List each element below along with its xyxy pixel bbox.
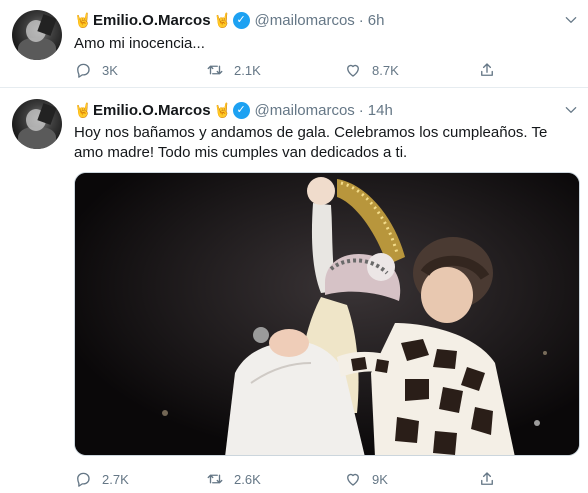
- tweet-header: 🤘 Emilio.O.Marcos 🤘 ✓ @mailomarcos · 6h: [74, 10, 384, 30]
- separator: ·: [358, 11, 364, 29]
- timestamp[interactable]: 14h: [368, 102, 393, 119]
- verified-badge-icon: ✓: [232, 11, 250, 29]
- rock-hand-emoji-icon: 🤘: [213, 12, 231, 28]
- reply-button[interactable]: 2.7K: [74, 470, 129, 488]
- separator: ·: [358, 101, 364, 119]
- timestamp[interactable]: 6h: [368, 12, 385, 29]
- reply-count: 2.7K: [102, 471, 129, 487]
- share-icon: [481, 63, 493, 76]
- author-handle[interactable]: @mailomarcos: [255, 102, 355, 119]
- like-count: 9K: [372, 471, 388, 487]
- reply-icon: [77, 472, 90, 487]
- retweet-button[interactable]: 2.1K: [206, 61, 261, 79]
- share-button[interactable]: [478, 61, 506, 79]
- rock-hand-emoji-icon: 🤘: [74, 102, 92, 118]
- reply-icon: [77, 63, 90, 78]
- avatar[interactable]: [12, 99, 62, 149]
- author-name[interactable]: Emilio.O.Marcos: [93, 12, 211, 29]
- verified-badge-icon: ✓: [232, 101, 250, 119]
- rock-hand-emoji-icon: 🤘: [74, 12, 92, 28]
- reply-button[interactable]: 3K: [74, 61, 118, 79]
- share-icon: [481, 472, 493, 485]
- like-button[interactable]: 9K: [344, 470, 388, 488]
- share-button[interactable]: [478, 470, 506, 488]
- tweet-actions: 3K 2.1K 8.7K: [74, 61, 514, 81]
- rock-hand-emoji-icon: 🤘: [213, 102, 231, 118]
- like-button[interactable]: 8.7K: [344, 61, 399, 79]
- author-handle[interactable]: @mailomarcos: [255, 12, 355, 29]
- retweet-icon: [207, 474, 223, 484]
- photo-image: [75, 173, 579, 455]
- like-count: 8.7K: [372, 62, 399, 78]
- reply-count: 3K: [102, 62, 118, 78]
- like-icon: [347, 64, 359, 77]
- avatar[interactable]: [12, 10, 62, 60]
- tweet-actions: 2.7K 2.6K 9K: [74, 470, 514, 490]
- retweet-count: 2.1K: [234, 62, 261, 78]
- tweet[interactable]: 🤘 Emilio.O.Marcos 🤘 ✓ @mailomarcos · 6h …: [0, 0, 588, 88]
- tweet-photo[interactable]: [74, 172, 580, 456]
- chevron-down-icon[interactable]: [564, 103, 578, 117]
- tweet-text: Amo mi inocencia...: [74, 35, 205, 52]
- like-icon: [347, 473, 359, 486]
- tweet-text: Hoy nos bañamos y andamos de gala. Celeb…: [74, 124, 548, 161]
- retweet-count: 2.6K: [234, 471, 261, 487]
- tweet-header: 🤘 Emilio.O.Marcos 🤘 ✓ @mailomarcos · 14h: [74, 100, 393, 120]
- retweet-button[interactable]: 2.6K: [206, 470, 261, 488]
- retweet-icon: [207, 65, 223, 75]
- chevron-down-icon[interactable]: [564, 13, 578, 27]
- author-name[interactable]: Emilio.O.Marcos: [93, 102, 211, 119]
- tweet[interactable]: 🤘 Emilio.O.Marcos 🤘 ✓ @mailomarcos · 14h…: [0, 88, 588, 493]
